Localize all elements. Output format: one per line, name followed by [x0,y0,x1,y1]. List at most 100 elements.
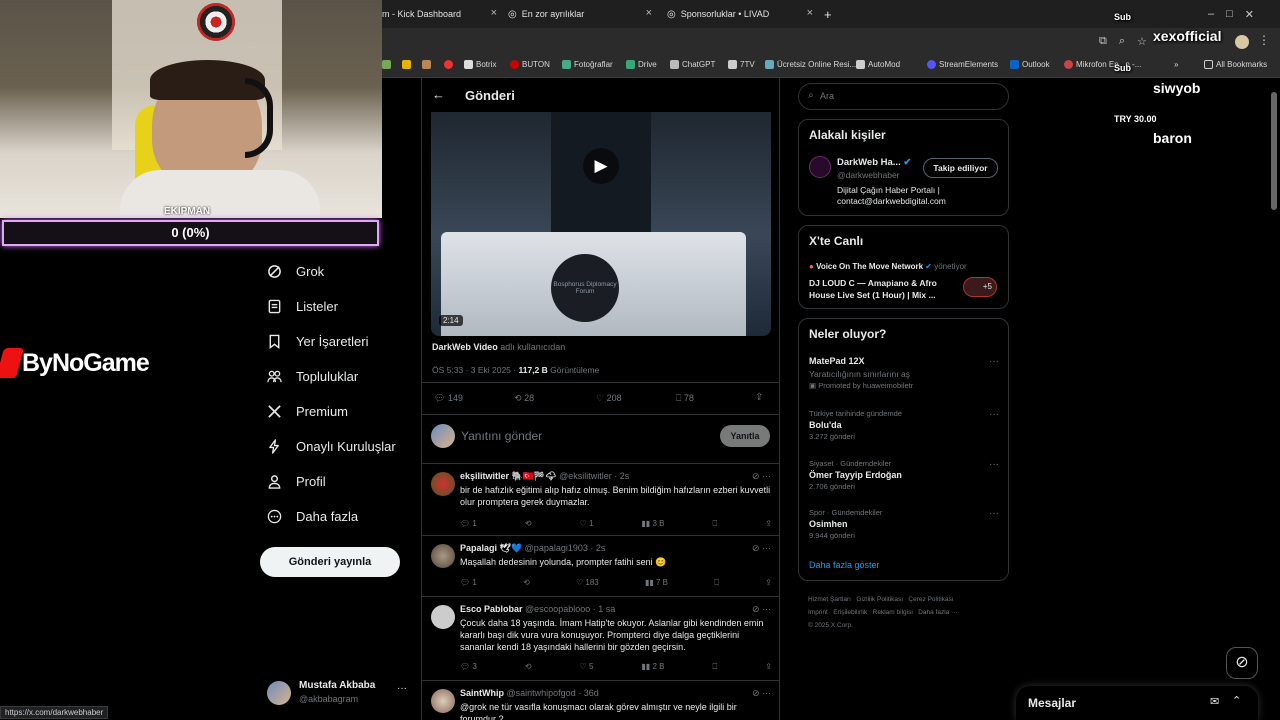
more-icon[interactable]: ··· [989,409,999,420]
sidebar-item-grok[interactable]: Grok [267,264,324,279]
reply-icon[interactable]: 💬︎ 1 [460,519,477,529]
bookmark-resim[interactable]: Ücretsiz Online Resi... [765,60,856,69]
repost-icon[interactable]: ⟲ [523,578,530,588]
reply-count-button[interactable]: 💬︎ 149 [434,393,463,404]
bookmark-buton[interactable]: BUTON [510,60,550,69]
share-icon[interactable]: ⇪ [755,392,763,403]
trend-item[interactable]: Spor · Gündemdekiler Osimhen 9.944 gönde… [809,508,999,540]
grok-icon[interactable]: ⊘ ··· [752,471,771,482]
bookmark-chatgpt[interactable]: ChatGPT [670,60,715,69]
close-tab-icon[interactable]: × [491,7,497,19]
bookmark-icon[interactable]: ⎕ [712,519,717,529]
play-icon[interactable]: ▶ [583,148,619,184]
bookmark-fotograflar[interactable]: Fotoğraflar [562,60,613,69]
more-icon[interactable]: ··· [989,356,999,367]
bookmark-botrix[interactable]: Botrix [464,60,496,69]
bookmark-icon-4[interactable] [444,60,453,69]
heart-icon[interactable]: ♡ 5 [580,662,594,672]
footer-link[interactable]: Gizlilik Politikası [856,596,903,603]
following-button[interactable]: Takip ediliyor [923,158,998,178]
new-tab-button[interactable]: + [824,4,838,24]
sidebar-item-daha-fazla[interactable]: Daha fazla [267,509,358,524]
footer-link[interactable]: Hizmet Şartları [808,596,851,603]
more-icon[interactable]: ··· [989,508,999,519]
views-icon[interactable]: ▮▮ 3 B [641,519,664,529]
grok-icon[interactable]: ⊘ ··· [752,688,771,699]
zoom-icon[interactable]: ⌕ [1119,35,1125,48]
star-icon[interactable]: ☆ [1137,35,1147,48]
all-bookmarks[interactable]: All Bookmarks [1204,60,1267,69]
grok-icon[interactable]: ⊘ ··· [752,604,771,615]
reply-icon[interactable]: 💬︎ 3 [460,662,477,672]
related-name[interactable]: DarkWeb Ha... ✔ [837,157,911,168]
footer-link[interactable]: Çerez Politikası [908,596,953,603]
footer-link[interactable]: Reklam bilgisi [873,609,913,616]
messages-drawer[interactable]: Mesajlar ✉ ⌃ [1016,686,1258,720]
sidebar-item-topluluklar[interactable]: Topluluklar [267,369,358,384]
bookmark-drive[interactable]: Drive [626,60,657,69]
repost-icon[interactable]: ⟲ [525,662,532,672]
more-icon[interactable]: ··· [989,459,999,470]
repost-count-button[interactable]: ⟲ 28 [514,393,534,404]
close-tab-icon[interactable]: × [646,7,652,19]
live-host[interactable]: ● Voice On The Move Network ✔ yönetiyor [809,262,967,271]
bookmark-icon[interactable]: ⎕ [714,578,719,588]
reply-item[interactable]: Esco Pablobar @escoopablooo · 1 sa ⊘ ···… [422,596,779,680]
address-bar[interactable]: ⧉ ⌕ ☆ ⋮ [382,28,1280,56]
account-switcher[interactable]: Mustafa Akbaba @akbabagram ··· [267,679,413,711]
bookmark-7tv[interactable]: 7TV [728,60,755,69]
bookmark-icon-2[interactable] [402,60,411,69]
grok-floating-button[interactable]: ⊘ [1226,647,1258,679]
share-icon[interactable]: ⇪ [765,662,772,672]
share-icon[interactable]: ⇪ [765,578,772,588]
bookmark-icon-1[interactable] [382,60,391,69]
reply-item[interactable]: SaintWhip @saintwhipofgod · 36d ⊘ ··· @g… [422,680,779,720]
sidebar-item-profil[interactable]: Profil [267,474,326,489]
bookmark-icon[interactable]: ⎕ [712,662,717,672]
sidebar-item-premium[interactable]: Premium [267,404,348,419]
post-button[interactable]: Gönderi yayınla [260,547,400,577]
tab-sponsorluklar[interactable]: ◎ Sponsorluklar • LIVAD × [667,4,813,24]
share-icon[interactable]: ⇪ [765,519,772,529]
menu-dots-icon[interactable]: ⋮ [1258,33,1270,47]
views-icon[interactable]: ▮▮ 2 B [641,662,664,672]
reply-button[interactable]: Yanıtla [720,425,770,447]
tab-en-zor[interactable]: ◎ En zor ayrılıklar × [508,4,652,24]
close-window-icon[interactable]: ✕ [1245,8,1254,21]
sidebar-item-yer-isaretleri[interactable]: Yer İşaretleri [267,334,369,349]
trend-item[interactable]: Siyaset · Gündemdekiler Ömer Tayyip Erdo… [809,459,999,491]
footer-link[interactable]: Daha fazla ··· [918,609,957,616]
tab-kick-dashboard[interactable]: m - Kick Dashboard × [382,4,497,24]
bookmark-outlook[interactable]: Outlook [1010,60,1050,69]
reply-icon[interactable]: 💬︎ 1 [460,578,477,588]
live-title[interactable]: DJ LOUD C — Amapiano & Afro House Live S… [809,277,955,301]
heart-icon[interactable]: ♡ 183 [576,578,599,588]
expand-icon[interactable]: ⌃ [1232,694,1241,707]
account-more-icon[interactable]: ··· [397,683,407,694]
bookmark-icon-3[interactable] [422,60,431,69]
trend-item[interactable]: Türkiye tarihinde gündemde Bolu'da 3.272… [809,409,999,441]
sidebar-item-onayli-kuruluslar[interactable]: Onaylı Kuruluşlar [267,439,396,454]
video-attribution[interactable]: DarkWeb Video adlı kullanıcıdan [432,342,565,352]
reply-item[interactable]: Papalagi 🕊💙 @papalagi1903 · 2s ⊘ ··· Maş… [422,535,779,596]
like-count-button[interactable]: ♡ 208 [596,393,622,404]
show-more-link[interactable]: Daha fazla göster [809,560,880,570]
footer-link[interactable]: Imprint [808,609,828,616]
heart-icon[interactable]: ♡ 1 [580,519,594,529]
trend-item[interactable]: MatePad 12X Yaratıcılığının sınırlarını … [809,356,999,390]
views-icon[interactable]: ▮▮ 7 B [645,578,668,588]
close-tab-icon[interactable]: × [807,7,813,19]
reply-input[interactable]: Yanıtını gönder [461,429,542,443]
back-arrow-icon[interactable]: ← [432,87,445,102]
cast-icon[interactable]: ⧉ [1099,35,1107,48]
scrollbar[interactable] [1271,92,1277,210]
bookmark-automod[interactable]: AutoMod [856,60,900,69]
minimize-icon[interactable]: – [1208,8,1214,20]
search-input[interactable]: ⌕ Ara [798,83,1009,110]
sidebar-item-listeler[interactable]: Listeler [267,299,338,314]
grok-icon[interactable]: ⊘ ··· [752,543,771,554]
reply-item[interactable]: ekşilitwitler 🐘🇹🇷🏁🌩 @eksilitwitler · 2s … [422,463,779,535]
repost-icon[interactable]: ⟲ [525,519,532,529]
footer-link[interactable]: Erişilebilirlik [833,609,867,616]
profile-avatar[interactable] [1235,35,1249,49]
